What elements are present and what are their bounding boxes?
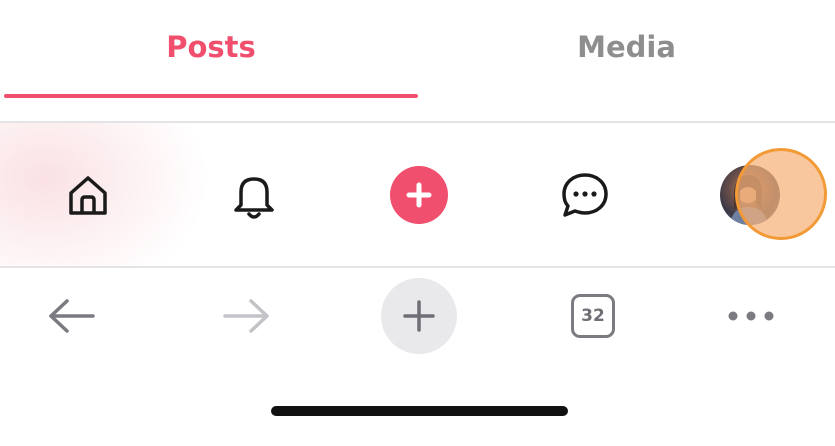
home-icon — [69, 176, 107, 215]
browser-more-button[interactable] — [713, 278, 789, 354]
bell-icon — [234, 177, 274, 219]
home-indicator — [271, 406, 568, 416]
profile-tabs: Posts Media — [0, 0, 835, 123]
app-bottom-nav — [0, 123, 835, 266]
browser-new-tab-button[interactable] — [381, 278, 457, 354]
compose-circle — [390, 166, 448, 224]
browser-toolbar: 32 — [0, 268, 835, 368]
chat-bubble-icon — [562, 173, 608, 217]
nav-compose-button[interactable] — [387, 163, 451, 227]
nav-notifications-button[interactable] — [222, 163, 286, 227]
browser-forward-button[interactable] — [208, 278, 284, 354]
plus-icon — [403, 300, 435, 332]
ellipsis-icon — [728, 311, 774, 321]
tab-media[interactable]: Media — [418, 22, 835, 72]
app-screen: Posts Media 32 — [0, 0, 835, 446]
plus-icon — [406, 182, 432, 208]
avatar — [720, 165, 780, 225]
arrow-left-icon — [49, 299, 95, 333]
browser-back-button[interactable] — [34, 278, 110, 354]
nav-profile-button[interactable] — [718, 163, 782, 227]
nav-messages-button[interactable] — [553, 163, 617, 227]
avatar-photo — [730, 175, 768, 225]
tab-count-badge: 32 — [571, 294, 615, 338]
tab-posts[interactable]: Posts — [4, 22, 418, 72]
active-tab-underline — [4, 94, 418, 98]
browser-tabs-button[interactable]: 32 — [555, 278, 631, 354]
nav-home-button[interactable] — [56, 163, 120, 227]
arrow-right-icon — [223, 299, 269, 333]
